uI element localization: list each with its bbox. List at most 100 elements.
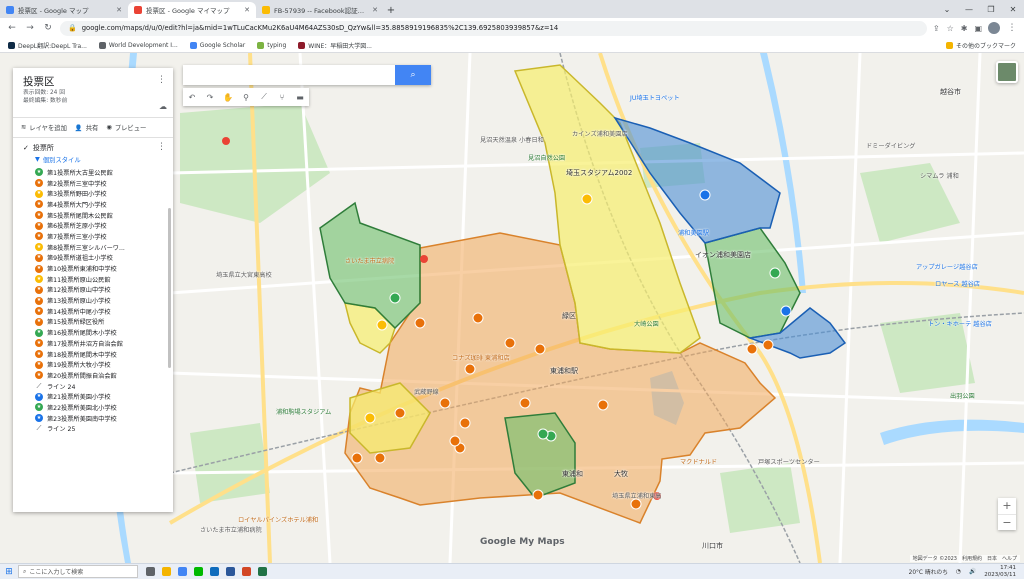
marker-feature-item[interactable]: ★ 第4投票所大門小学校 — [13, 199, 173, 210]
marker-feature-item[interactable]: ★ 第5投票所尾間木公民館 — [13, 210, 173, 221]
marker-feature-item[interactable]: ★ 第23投票所美園南中学校 — [13, 413, 173, 424]
marker-feature-item[interactable]: ★ 第9投票所道祖土小学校 — [13, 253, 173, 264]
close-tab-icon[interactable]: ✕ — [372, 6, 378, 14]
map-label: 東浦和 — [562, 470, 583, 478]
chrome-icon[interactable] — [178, 567, 187, 576]
map-search-input[interactable] — [183, 65, 395, 85]
file-explorer-icon[interactable] — [162, 567, 171, 576]
marker-feature-item[interactable]: ★ 第8投票所三室シルバーワ... — [13, 242, 173, 253]
close-tab-icon[interactable]: ✕ — [116, 6, 122, 14]
search-icon: ⌕ — [410, 70, 416, 80]
maximize-icon[interactable]: ❐ — [980, 5, 1002, 14]
tab-search-icon[interactable]: ⌄ — [936, 5, 958, 14]
minimize-icon[interactable]: — — [958, 5, 980, 14]
extensions-icon[interactable]: ✱ — [961, 24, 968, 33]
marker-feature-item[interactable]: ★ 第19投票所大牧小学校 — [13, 359, 173, 370]
taskbar-search[interactable]: ⌕ ここに入力して検索 — [18, 565, 138, 578]
style-link[interactable]: ▼ 個別スタイル — [13, 154, 173, 167]
marker-feature-item[interactable]: ★ 第18投票所尾間木中学校 — [13, 349, 173, 360]
redo-icon[interactable]: ↷ — [201, 93, 219, 102]
marker-feature-item[interactable]: ★ 第20投票所間振自治会館 — [13, 370, 173, 381]
forward-icon[interactable]: → — [24, 23, 36, 33]
bookmark-wine[interactable]: WINE：早稲田大学図... — [298, 41, 372, 50]
eye-icon: ◉ — [106, 124, 112, 131]
add-marker-icon[interactable]: ⚲ — [237, 93, 255, 102]
bookmark-star-icon[interactable]: ☆ — [947, 24, 954, 33]
marker-feature-item[interactable]: ★ 第17投票所井沼方自治会館 — [13, 338, 173, 349]
close-tab-icon[interactable]: ✕ — [244, 6, 250, 14]
excel-icon[interactable] — [258, 567, 267, 576]
other-bookmarks[interactable]: その他のブックマーク — [945, 41, 1016, 50]
tab-gmail[interactable]: FB-57939 -- Facebook認証コード・... ✕ — [256, 2, 384, 18]
preview-button[interactable]: ◉ プレビュー — [106, 123, 146, 132]
marker-feature-item[interactable]: ★ 第16投票所尾間木小学校 — [13, 327, 173, 338]
marker-feature-item[interactable]: ★ 第11投票所原山公民館 — [13, 274, 173, 285]
bookmark-typing[interactable]: typing — [257, 41, 286, 49]
add-layer-button[interactable]: ≋ レイヤを追加 — [21, 123, 67, 132]
lock-icon[interactable]: 🔒 — [68, 24, 77, 32]
marker-feature-item[interactable]: ★ 第22投票所美園北小学校 — [13, 402, 173, 413]
more-options-icon[interactable]: ⋮ — [157, 75, 166, 85]
window-controls: ⌄ — ❐ ✕ — [936, 0, 1024, 18]
marker-feature-item[interactable]: ★ 第10投票所東浦和中学校 — [13, 263, 173, 274]
marker-feature-item[interactable]: ★ 第7投票所三室小学校 — [13, 231, 173, 242]
ruler-icon[interactable]: ▬ — [291, 93, 309, 102]
clock[interactable]: 17:41 2023/03/11 — [984, 565, 1016, 578]
undo-icon[interactable]: ↶ — [183, 93, 201, 102]
marker-feature-item[interactable]: ★ 第13投票所原山小学校 — [13, 295, 173, 306]
share-button[interactable]: 👤 共有 — [75, 123, 98, 133]
zoom-in-button[interactable]: + — [998, 498, 1016, 514]
marker-feature-item[interactable]: ★ 第15投票所緑区役所 — [13, 317, 173, 328]
marker-feature-item[interactable]: ★ 第6投票所芝原小学校 — [13, 220, 173, 231]
layer-header[interactable]: ✓ 投票所 ⋮ — [13, 138, 173, 154]
line-icon[interactable] — [194, 567, 203, 576]
tab-google-maps[interactable]: 投票区 - Google マップ ✕ — [0, 2, 128, 18]
map-title[interactable]: 投票区 — [23, 74, 163, 89]
address-bar[interactable]: 🔒 google.com/maps/d/u/0/edit?hl=ja&mid=1… — [60, 20, 927, 36]
line-feature-item[interactable]: ⟋ ライン 24 — [13, 381, 173, 392]
volume-icon[interactable]: 🔊 — [969, 569, 976, 575]
line-feature-item[interactable]: ⟋ ライン 25 — [13, 424, 173, 435]
map-canvas[interactable]: さいたま市立病院 埼玉スタジアム2002 東浦和駅 浦和美園駅 イオン浦和美園店… — [0, 53, 1024, 563]
word-icon[interactable] — [226, 567, 235, 576]
panel-scrollbar[interactable] — [168, 208, 171, 368]
feature-label: 第7投票所三室小学校 — [47, 233, 107, 241]
marker-feature-item[interactable]: ★ 第12投票所原山中学校 — [13, 285, 173, 296]
toolbar-icons: ⇪ ☆ ✱ ▣ — [933, 24, 982, 33]
back-icon[interactable]: ← — [6, 23, 18, 33]
hand-icon[interactable]: ✋ — [219, 93, 237, 102]
layer-checkbox-icon[interactable]: ✓ — [23, 144, 29, 152]
marker-feature-item[interactable]: ★ 第14投票所中尾小学校 — [13, 306, 173, 317]
network-icon[interactable]: ◔ — [956, 569, 961, 575]
draw-line-icon[interactable]: ⟋ — [255, 92, 273, 102]
map-label: カインズ浦和美園店 — [572, 131, 628, 138]
marker-feature-item[interactable]: ★ 第3投票所野田小学校 — [13, 188, 173, 199]
windows-start-icon[interactable]: ⊞ — [0, 564, 18, 579]
share-icon[interactable]: ⇪ — [933, 24, 940, 33]
task-view-icon[interactable] — [146, 567, 155, 576]
map-type-thumbnail[interactable] — [996, 61, 1018, 83]
profile-avatar[interactable] — [988, 22, 1000, 34]
bookmark-world-development[interactable]: World Development I... — [98, 41, 178, 49]
layer-more-icon[interactable]: ⋮ — [157, 142, 166, 152]
marker-star-icon: ★ — [35, 285, 43, 294]
search-button[interactable]: ⌕ — [395, 65, 431, 85]
marker-feature-item[interactable]: ★ 第21投票所美園小学校 — [13, 391, 173, 402]
tab-my-maps[interactable]: 投票区 - Google マイマップ ✕ — [128, 2, 256, 18]
menu-icon[interactable]: ⋮ — [1006, 23, 1018, 33]
bookmark-google-scholar[interactable]: Google Scholar — [189, 41, 245, 49]
reload-icon[interactable]: ↻ — [42, 23, 54, 33]
zoom-out-button[interactable]: − — [998, 514, 1016, 530]
bookmark-deepl[interactable]: DeepL翻訳:DeepL Tra... — [8, 41, 87, 50]
marker-feature-item[interactable]: ★ 第1投票所大古里公民館 — [13, 167, 173, 178]
map-label: 浦和美園駅 — [678, 230, 709, 237]
outlook-icon[interactable] — [210, 567, 219, 576]
close-window-icon[interactable]: ✕ — [1002, 5, 1024, 14]
marker-feature-item[interactable]: ★ 第2投票所三室中学校 — [13, 178, 173, 189]
powerpoint-icon[interactable] — [242, 567, 251, 576]
new-tab-button[interactable]: + — [384, 2, 398, 18]
map-label: ドミーダイビング — [866, 143, 916, 150]
sidepanel-icon[interactable]: ▣ — [974, 24, 982, 33]
weather-text[interactable]: 20°C 晴れのち — [909, 567, 948, 576]
directions-icon[interactable]: ⑂ — [273, 93, 291, 102]
